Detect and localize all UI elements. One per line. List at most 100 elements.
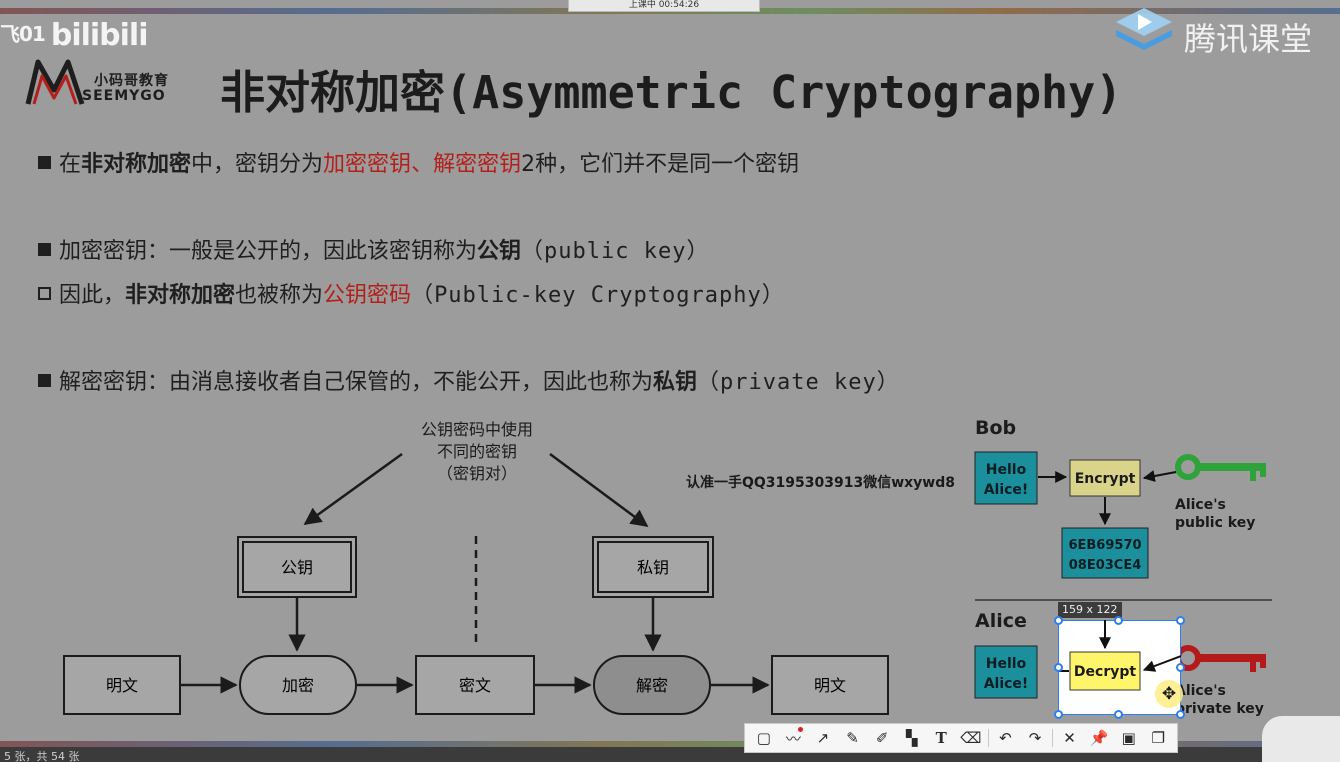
floating-tv-icon[interactable] [1262, 716, 1340, 762]
encrypt-box-label: Encrypt [1075, 471, 1136, 487]
line1-seg: 中，密钥分为 [191, 152, 324, 177]
tencent-brand: 腾讯课堂 [1184, 20, 1313, 58]
ciphertext-box: 密文 [415, 655, 535, 715]
move-cursor-icon: ✥ [1155, 680, 1183, 708]
resize-handle-br[interactable] [1176, 710, 1185, 719]
pin-icon[interactable]: 📌 [1084, 725, 1114, 751]
cipher-box: 6EB69570 08E03CE4 [1061, 527, 1149, 579]
line1-seg: 在 [59, 152, 82, 177]
line3-seg-red: 公钥密码 [323, 283, 412, 308]
mosaic-icon[interactable]: ▚ [897, 725, 927, 751]
privkey-line2: private key [1175, 701, 1264, 717]
cipher-line1: 6EB69570 [1068, 538, 1141, 553]
note-to-private-arrow [549, 452, 649, 528]
recording-timer: 上课中 00:54:26 [628, 0, 700, 10]
bullet-line-4: 解密密钥：由消息接收者自己保管的，不能公开，因此也称为私钥（private ke… [38, 364, 900, 396]
note-to-public-arrow [303, 452, 403, 526]
resize-handle-bl[interactable] [1054, 710, 1063, 719]
pencil-icon[interactable]: ✎ [838, 725, 868, 751]
decrypt-label: 解密 [636, 676, 668, 695]
bilibili-prefix: 飞01 [0, 22, 46, 46]
screenshot-toolbar: ▢ 〰 ↗ ✎ ✐ ▚ T ⌫ ↶ ↷ ✕ 📌 ▣ ❐ [744, 723, 1178, 753]
line1-seg: 2种，它们并不是同一个密钥 [521, 152, 800, 177]
resize-handle-tr[interactable] [1176, 616, 1185, 625]
line2-seg-bold: 公钥 [477, 239, 522, 264]
line1-seg-red: 、 [411, 152, 434, 177]
hello-box-bob: Hello Alice! [974, 451, 1038, 505]
ad-overlay-text: 认准一手QQ3195303913微信wxywd8 [686, 475, 956, 491]
privkey-to-decrypt-arrow [1142, 654, 1181, 672]
line3-seg: 因此， [59, 283, 126, 308]
logo-name-cn: 小码哥教育 [94, 73, 169, 89]
public-key-diagram: 公钥密码中使用 不同的密钥 （密钥对） 公钥 私钥 明文 加密 密文 解密 明文 [63, 420, 889, 715]
line3-seg: 也被称为 [235, 283, 324, 308]
page-counter: 5 张，共 54 张 [4, 750, 80, 762]
private-key-label: 私钥 [637, 558, 669, 577]
rect-tool-icon[interactable]: ▢ [749, 725, 779, 751]
toolbar-divider [1051, 729, 1053, 747]
bullet-square-icon [38, 374, 51, 387]
decrypt-node: 解密 [593, 655, 711, 715]
arrow-tool-icon[interactable]: ↗ [808, 725, 838, 751]
pubkey-to-encrypt-arrow [1142, 470, 1177, 482]
tencent-play-icon [1116, 8, 1172, 50]
cipher-line2: 08E03CE4 [1069, 558, 1142, 573]
eraser-icon[interactable]: ⌫ [956, 725, 986, 751]
close-icon[interactable]: ✕ [1055, 725, 1085, 751]
hello-line1: Hello [986, 462, 1027, 478]
encrypt-label: 加密 [282, 676, 314, 695]
resize-handle-tl[interactable] [1054, 616, 1063, 625]
resize-handle-b[interactable] [1114, 710, 1123, 719]
red-key-icon [1175, 645, 1266, 672]
bilibili-watermark: 飞01 bilibili [0, 18, 148, 53]
seemygo-logo: 小码哥教育 SEEMYGO [24, 54, 204, 106]
pen-curve-icon[interactable]: 〰 [779, 725, 809, 751]
line2-seg: 加密密钥：一般是公开的，因此该密钥称为 [59, 239, 478, 264]
marker-icon[interactable]: ✐ [867, 725, 897, 751]
bullet-hollow-square-icon [38, 287, 51, 300]
active-dot [798, 727, 804, 732]
text-tool-icon[interactable]: T [926, 725, 956, 751]
copy-icon[interactable]: ❐ [1143, 725, 1173, 751]
diagram-note-line2: 不同的密钥 [437, 442, 517, 461]
line4-seg-mono: （private key） [697, 370, 900, 395]
hello-line2: Alice! [984, 482, 1029, 498]
plaintext-out-label: 明文 [814, 676, 846, 695]
hello-line1: Hello [986, 656, 1027, 672]
plaintext-in-box: 明文 [63, 655, 181, 715]
bullet-square-icon [38, 156, 51, 169]
title-en: (Asymmetric Cryptography) [445, 66, 1123, 119]
line3-seg-bold: 非对称加密 [125, 283, 236, 308]
plaintext-in-label: 明文 [106, 676, 138, 695]
toolbar-divider [987, 729, 989, 747]
bilibili-logo: bilibili [50, 18, 149, 53]
line1-seg-red: 加密密钥 [323, 152, 412, 177]
line2-seg-mono: （public key） [521, 239, 710, 264]
undo-icon[interactable]: ↶ [991, 725, 1021, 751]
bob-label: Bob [975, 417, 1016, 439]
slide-title: 非对称加密(Asymmetric Cryptography) [220, 56, 1122, 121]
slide: 上课中 00:54:26 飞01 bilibili 腾讯课堂 小码哥教育 SEEM… [0, 0, 1340, 762]
seemygo-m-icon [25, 59, 85, 105]
public-key-box: 公钥 [237, 536, 357, 598]
bullet-line-2: 加密密钥：一般是公开的，因此该密钥称为公钥（public key） [38, 233, 709, 265]
encrypt-box: Encrypt [1069, 459, 1141, 497]
hello-line2: Alice! [984, 676, 1029, 692]
plaintext-out-box: 明文 [771, 655, 889, 715]
resize-handle-l[interactable] [1054, 663, 1063, 672]
public-key-label: 公钥 [281, 558, 313, 577]
pubkey-line2: public key [1175, 515, 1255, 531]
resize-handle-r[interactable] [1176, 663, 1185, 672]
line4-seg-bold: 私钥 [653, 370, 698, 395]
encrypt-node: 加密 [239, 655, 357, 715]
save-icon[interactable]: ▣ [1114, 725, 1144, 751]
hello-box-alice: Hello Alice! [974, 645, 1038, 699]
alice-label: Alice [975, 610, 1027, 632]
tencent-watermark: 腾讯课堂 [1112, 4, 1312, 58]
recording-widget[interactable]: 上课中 00:54:26 [568, 0, 760, 12]
resize-handle-t[interactable] [1114, 616, 1123, 625]
bullet-line-3: 因此，非对称加密也被称为公钥密码（Public-key Cryptography… [38, 277, 785, 309]
diagram-note-line3: （密钥对） [437, 464, 517, 483]
bullet-square-icon [38, 243, 51, 256]
redo-icon[interactable]: ↷ [1020, 725, 1050, 751]
